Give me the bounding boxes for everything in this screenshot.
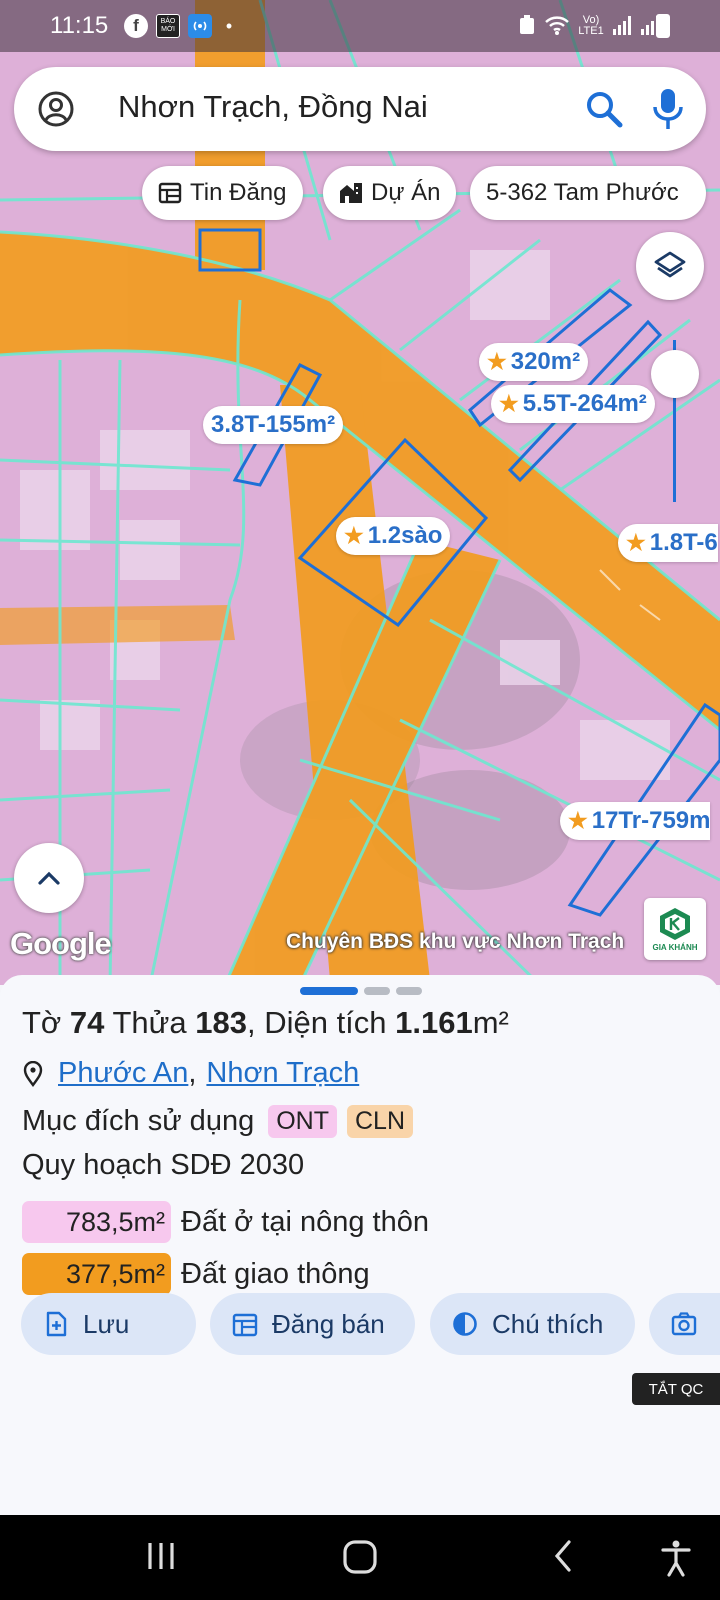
parcel-area: 1.161 [395,1005,473,1040]
gia-khanh-mark-icon [660,907,690,940]
map-label-1-2sao[interactable]: ★ 1.2sào [336,517,451,555]
map-view[interactable]: 11:15 f BÁO MỚI • Vo) LTE1 Nhơn Trạch, Đ… [0,0,720,985]
opacity-slider-handle[interactable] [651,350,699,398]
camera-icon [671,1312,697,1336]
post-sale-label: Đăng bán [272,1308,385,1339]
area-value-road: 377,5m² [22,1253,171,1295]
page-indicator-active [300,987,358,995]
district-link[interactable]: Nhơn Trạch [206,1057,359,1090]
parcel-location: Phước An, Nhơn Trạch [22,1057,359,1090]
baomoi-icon: BÁO MỚI [156,14,180,38]
chip-listings[interactable]: Tin Đăng [142,166,303,220]
chip-projects-label: Dự Án [371,179,441,206]
legend-label: Chú thích [492,1308,604,1339]
gia-khanh-logo[interactable]: GIA KHÁNH [644,898,706,960]
area-row-residential: 783,5m² Đất ở tại nông thôn [22,1201,429,1243]
area-label-road: Đất giao thông [181,1257,370,1290]
tag-cln: CLN [346,1105,413,1138]
star-icon: ★ [487,349,507,374]
accessibility-icon[interactable] [660,1539,692,1577]
star-icon: ★ [344,523,364,548]
calendar-icon [232,1313,258,1337]
home-icon[interactable] [342,1539,378,1575]
signal-icon-1 [612,14,632,39]
layers-icon [654,251,686,278]
chip-projects[interactable]: Dự Án [323,166,457,220]
photo-button[interactable] [649,1293,720,1355]
sheet-handle[interactable] [300,987,422,995]
app-root: 11:15 f BÁO MỚI • Vo) LTE1 Nhơn Trạch, Đ… [0,0,720,1600]
sheet-number: 74 [69,1005,105,1040]
map-label-5-5t[interactable]: ★ 5.5T-264m² [491,385,655,423]
star-icon: ★ [568,808,588,833]
area-row-road: 377,5m² Đất giao thông [22,1253,370,1295]
map-label-3-8t[interactable]: 3.8T-155m² [203,406,344,444]
chevron-up-icon [38,871,60,885]
area-value-residential: 783,5m² [22,1201,171,1243]
wifi-icon [544,14,570,39]
area-label-residential: Đất ở tại nông thôn [181,1205,429,1238]
post-sale-button[interactable]: Đăng bán [210,1293,415,1355]
chip-location-label: 5-362 Tam Phước [486,179,679,206]
network-type: Vo) LTE1 [578,14,604,37]
gia-khanh-text: GIA KHÁNH [652,942,698,952]
status-right-icons: Vo) LTE1 [518,12,660,40]
chip-location[interactable]: 5-362 Tam Phước [470,166,706,220]
parcel-sheet[interactable]: Tờ 74 Thửa 183, Diện tích 1.161m² Phước … [0,975,720,1515]
map-credit: Chuyên BĐS khu vực Nhơn Trạch [286,930,625,953]
map-label-1-8t[interactable]: ★ 1.8T-6 [618,524,718,562]
land-use-plan-title: Quy hoạch SDĐ 2030 [22,1149,305,1181]
recent-apps-icon[interactable] [146,1539,176,1573]
google-logo: Google [10,926,112,961]
chip-listings-label: Tin Đăng [190,179,287,206]
search-query[interactable]: Nhơn Trạch, Đồng Nai [118,89,428,125]
layers-button[interactable] [636,232,704,300]
back-icon[interactable] [552,1539,574,1573]
map-label-17tr[interactable]: ★ 17Tr-759m [560,802,711,840]
land-use-purpose: Mục đích sử dụng ONT CLN [22,1105,413,1138]
legend-button[interactable]: Chú thích [430,1293,635,1355]
parcel-number: 183 [195,1005,247,1040]
location-pin-icon [23,1060,43,1087]
page-indicator [396,987,422,995]
star-icon: ★ [499,391,519,416]
page-indicator [364,987,390,995]
notification-dot: • [225,15,233,36]
map-label-320[interactable]: ★ 320m² [479,343,589,381]
save-label: Lưu [83,1308,130,1339]
account-icon[interactable] [38,91,74,127]
tag-ont: ONT [268,1105,337,1138]
expand-up-button[interactable] [14,843,84,913]
listing-icon [158,182,182,204]
parcel-title: Tờ 74 Thửa 183, Diện tích 1.161m² [22,1005,509,1040]
battery-icon [656,14,670,38]
contrast-icon [453,1312,477,1336]
building-icon [340,183,362,203]
ward-link[interactable]: Phước An [58,1057,188,1090]
ads-off-button[interactable]: TẮT QC [632,1373,720,1405]
status-bar: 11:15 f BÁO MỚI • Vo) LTE1 [0,0,720,52]
add-doc-icon [46,1311,67,1337]
facebook-icon: f [124,14,148,38]
search-icon[interactable] [584,89,624,129]
save-button[interactable]: Lưu [21,1293,196,1355]
status-time: 11:15 [50,12,109,39]
search-bar[interactable]: Nhơn Trạch, Đồng Nai [14,67,706,151]
system-nav-bar [0,1515,720,1600]
broadcast-icon [188,14,212,38]
star-icon: ★ [626,530,646,555]
mic-icon[interactable] [650,87,686,131]
recycle-icon [518,14,536,39]
